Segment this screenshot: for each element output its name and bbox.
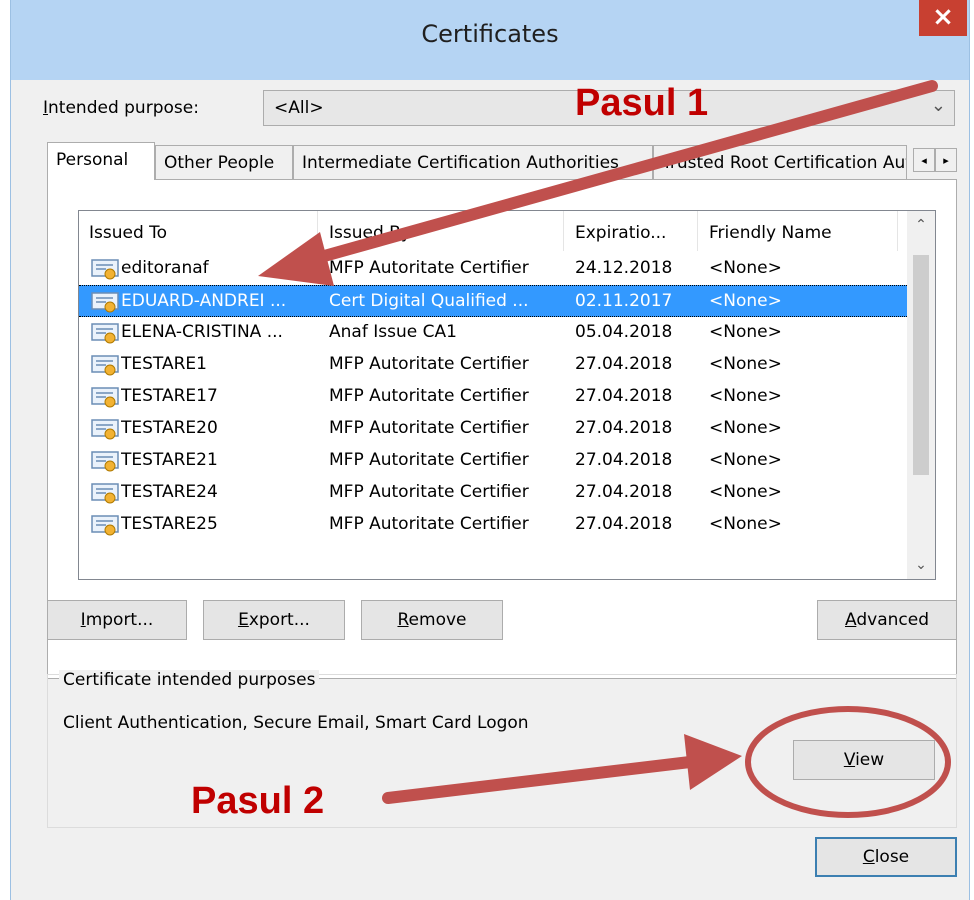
annotation-overlay — [258, 80, 951, 818]
tab-personal[interactable]: Personal — [47, 142, 155, 180]
annotation-step2-label: Pasul 2 — [191, 780, 325, 822]
annotation-step1-label: Pasul 1 — [575, 82, 709, 124]
annotation-arrow-step2 — [382, 734, 742, 804]
annotation-highlight-ellipse — [745, 706, 951, 818]
